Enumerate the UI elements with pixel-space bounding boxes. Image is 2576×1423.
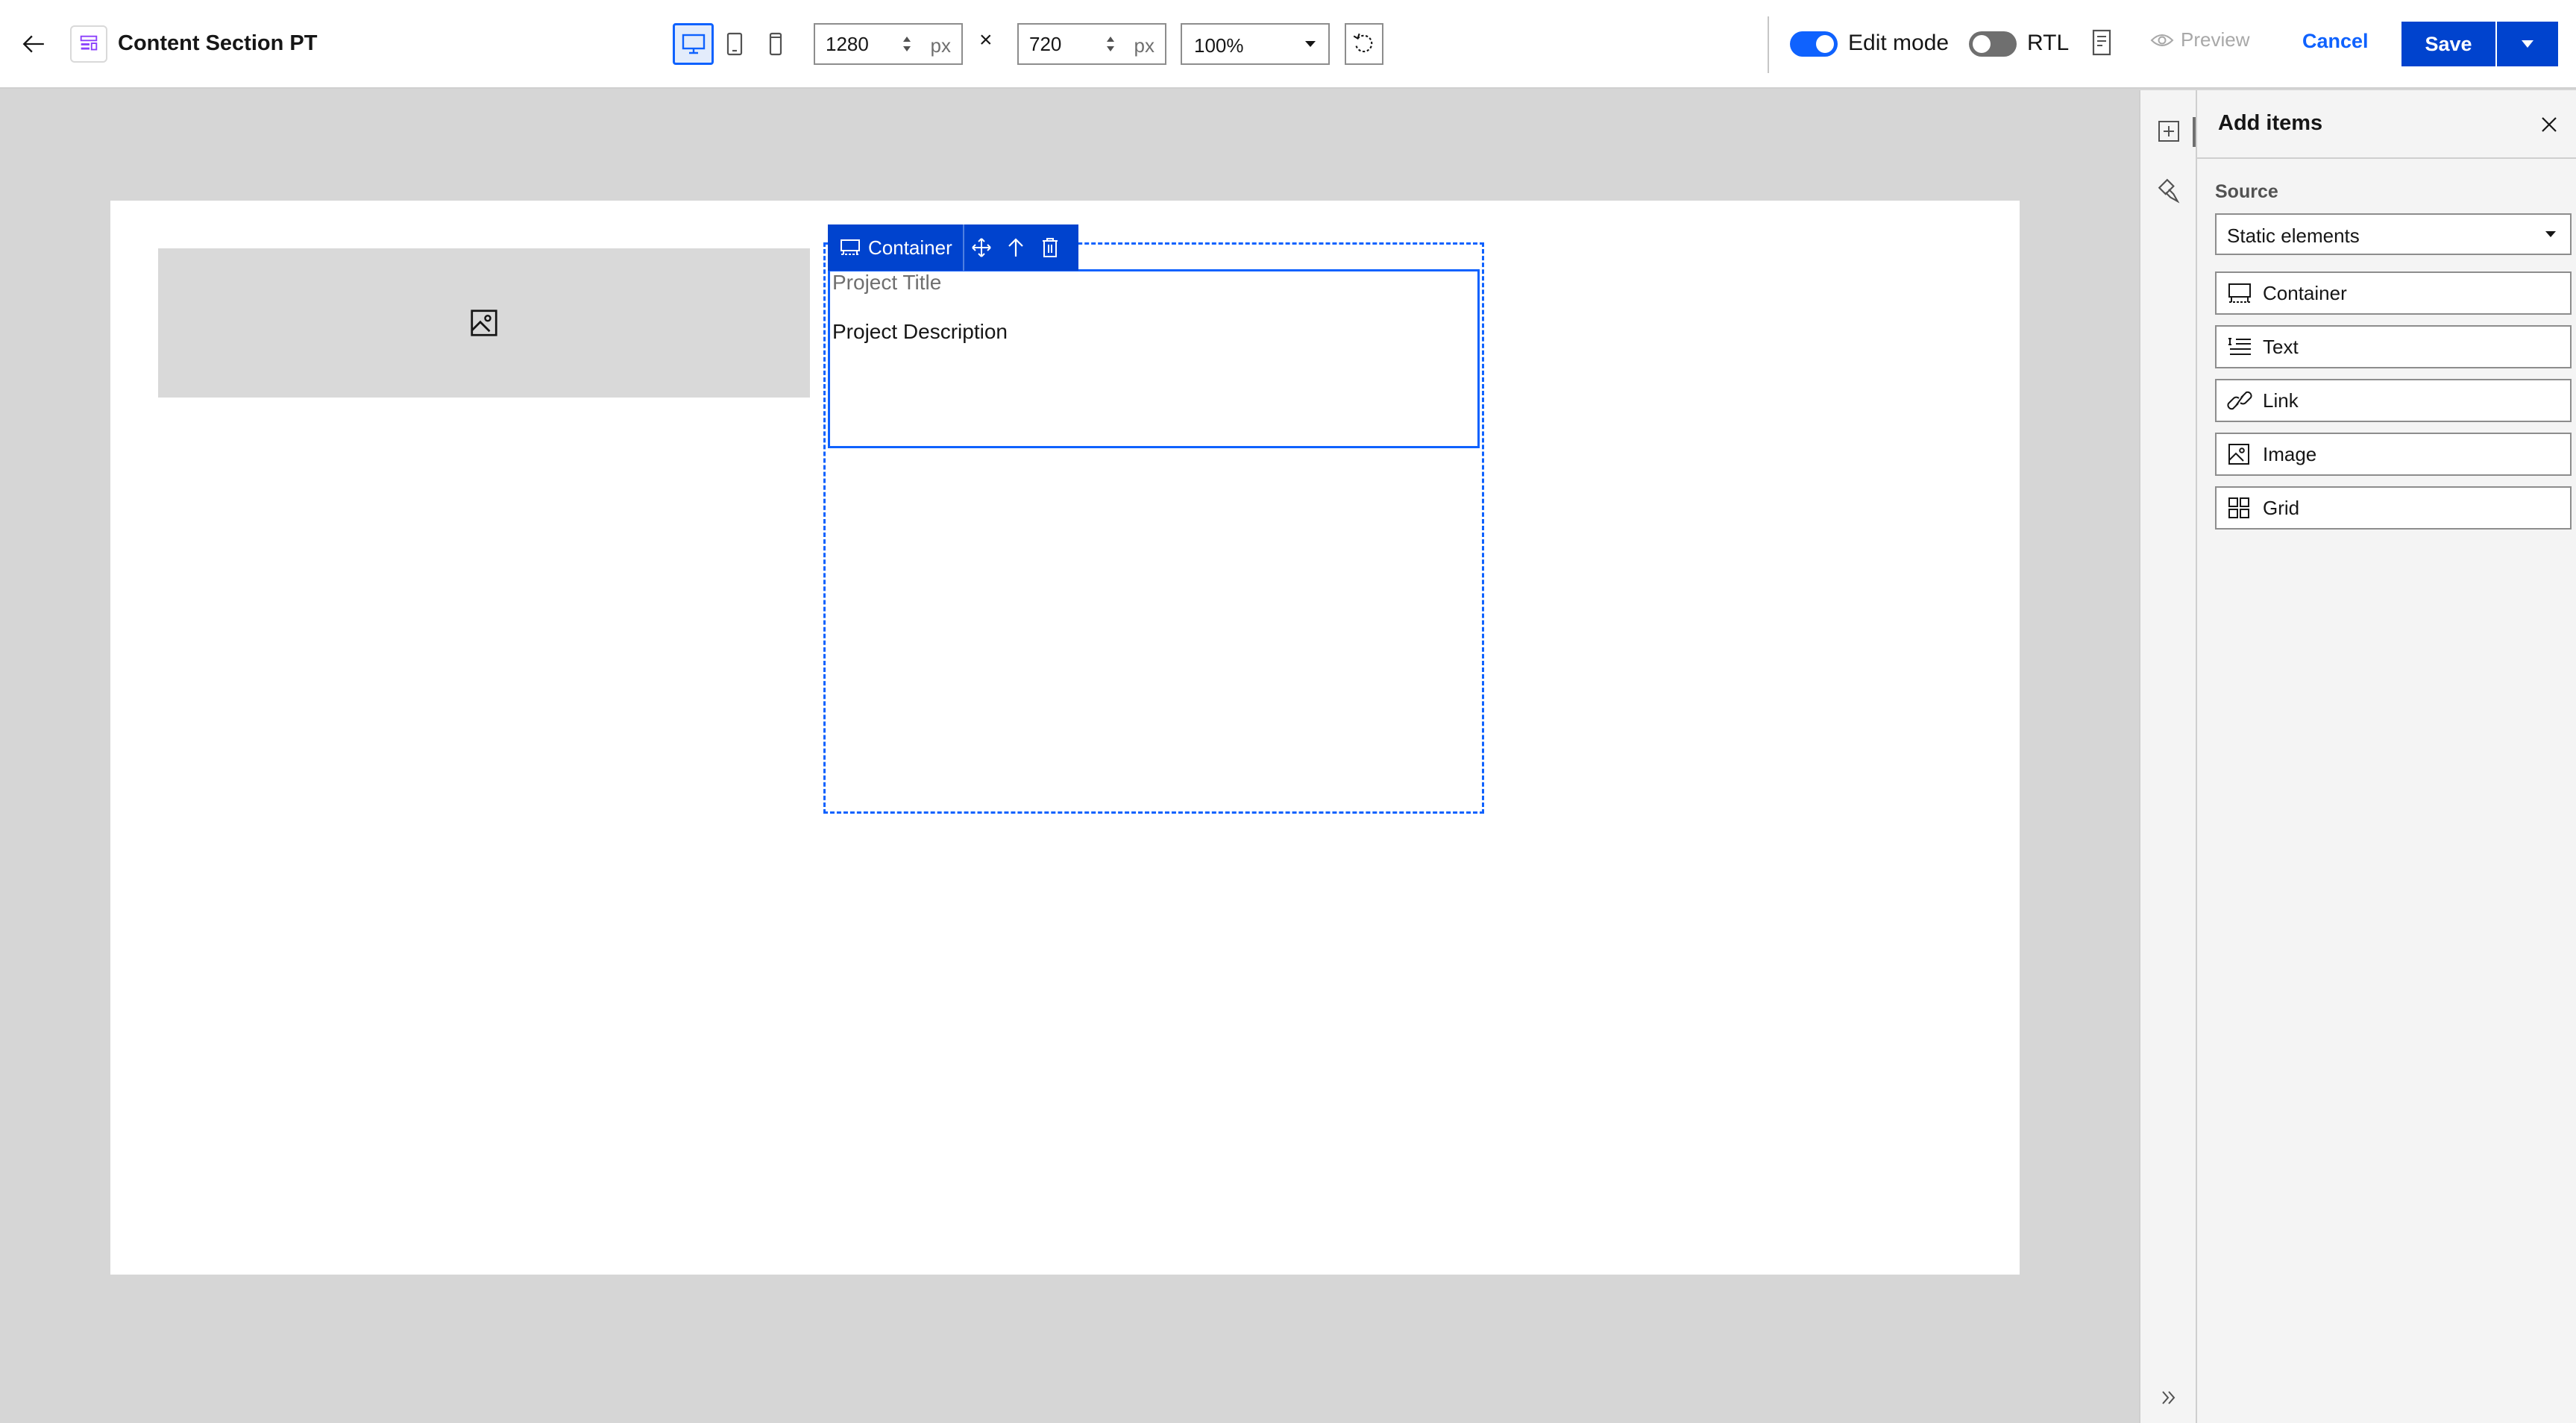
stepper-icon[interactable]: [902, 33, 912, 55]
device-switcher: [673, 23, 797, 65]
preview-button[interactable]: Preview: [2150, 28, 2249, 51]
mobile-icon: [769, 32, 782, 56]
height-unit: px: [1134, 34, 1155, 57]
container-toolbar-label: Container: [868, 236, 952, 259]
add-items-panel: Add items Source Static elements Contain…: [2197, 90, 2576, 1423]
source-select[interactable]: Static elements: [2215, 213, 2572, 255]
add-items-tab[interactable]: [2140, 105, 2197, 157]
collapse-panel-button[interactable]: [2140, 1372, 2197, 1423]
page-title: Content Section PT: [118, 31, 318, 55]
chevron-down-icon: [2522, 40, 2533, 48]
trash-icon: [1042, 238, 1058, 257]
add-icon: [2158, 121, 2179, 142]
caret-down-icon: [1305, 41, 1316, 47]
layout-section-icon: [70, 25, 107, 63]
image-icon: [471, 310, 497, 336]
image-placeholder[interactable]: [158, 248, 810, 398]
stepper-icon[interactable]: [1105, 33, 1116, 55]
add-item-label: Link: [2263, 389, 2299, 412]
project-description-text[interactable]: Project Description: [832, 320, 1008, 344]
mobile-view-button[interactable]: [755, 23, 796, 65]
width-field[interactable]: px: [814, 23, 963, 65]
rotate-reset-icon: [1353, 33, 1373, 53]
delete-button[interactable]: [1033, 224, 1067, 271]
edit-mode-toggle[interactable]: [1790, 31, 1838, 57]
rail-active-indicator: [2193, 117, 2196, 147]
width-input[interactable]: [815, 32, 890, 56]
document-icon: [2092, 29, 2111, 56]
cancel-button[interactable]: Cancel: [2302, 30, 2369, 53]
element-list: Container Text Link Image Grid: [2215, 271, 2572, 540]
add-item-label: Grid: [2263, 496, 2300, 519]
close-icon: [2542, 117, 2557, 132]
preview-label: Preview: [2181, 28, 2250, 51]
caret-down-icon: [2545, 231, 2556, 237]
reset-view-button[interactable]: [1345, 23, 1383, 65]
add-link-item[interactable]: Link: [2215, 379, 2572, 422]
paint-brush-icon: [2158, 178, 2180, 204]
panel-header: Add items: [2197, 90, 2576, 159]
style-tab[interactable]: [2140, 165, 2197, 217]
height-field[interactable]: px: [1017, 23, 1166, 65]
tablet-view-button[interactable]: [714, 23, 755, 65]
add-grid-item[interactable]: Grid: [2215, 486, 2572, 530]
add-image-item[interactable]: Image: [2215, 433, 2572, 476]
add-item-label: Container: [2263, 281, 2347, 304]
editor-canvas[interactable]: Project Title Project Description Contai…: [0, 90, 2139, 1423]
desktop-view-button[interactable]: [673, 23, 714, 65]
expand-icon: [2162, 1391, 2176, 1404]
toolbar-divider: [1768, 16, 1769, 73]
project-title-text[interactable]: Project Title: [832, 271, 941, 295]
desktop-icon: [682, 34, 705, 54]
add-item-label: Image: [2263, 442, 2317, 465]
selected-container[interactable]: [828, 269, 1480, 448]
times-symbol: ×: [979, 28, 993, 52]
add-container-item[interactable]: Container: [2215, 271, 2572, 315]
text-align-icon: [2228, 338, 2251, 355]
arrow-left-icon: [22, 35, 44, 53]
tablet-icon: [726, 32, 742, 56]
move-icon: [972, 238, 991, 257]
grid-icon: [2228, 497, 2249, 518]
side-rail: [2139, 90, 2197, 1423]
container-icon: [2228, 283, 2251, 303]
height-input[interactable]: [1019, 32, 1093, 56]
back-button[interactable]: [16, 27, 51, 61]
source-label: Source: [2215, 181, 2278, 202]
width-unit: px: [930, 34, 951, 57]
rtl-label: RTL: [2027, 31, 2070, 55]
top-toolbar: Content Section PT px × px 100% Edit mod…: [0, 0, 2576, 89]
image-icon: [2228, 444, 2249, 465]
panel-title: Add items: [2218, 111, 2323, 135]
arrow-up-icon: [1008, 238, 1023, 257]
edit-mode-label: Edit mode: [1848, 31, 1950, 55]
save-button[interactable]: Save: [2401, 22, 2495, 66]
zoom-value: 100%: [1194, 34, 1244, 57]
add-text-item[interactable]: Text: [2215, 325, 2572, 368]
container-select-button[interactable]: Container: [828, 224, 964, 271]
add-item-label: Text: [2263, 335, 2299, 358]
move-button[interactable]: [964, 224, 999, 271]
rtl-toggle[interactable]: [1969, 31, 2017, 57]
zoom-select[interactable]: 100%: [1181, 23, 1330, 65]
link-icon: [2227, 391, 2252, 410]
container-toolbar: Container: [828, 224, 1078, 271]
page-settings-button[interactable]: [2090, 28, 2113, 57]
source-value: Static elements: [2227, 224, 2360, 247]
select-parent-button[interactable]: [999, 224, 1033, 271]
save-options-button[interactable]: [2497, 22, 2558, 66]
eye-icon: [2150, 34, 2174, 46]
container-icon: [841, 239, 860, 255]
artboard[interactable]: Project Title Project Description Contai…: [110, 201, 2020, 1275]
close-panel-button[interactable]: [2536, 111, 2563, 138]
